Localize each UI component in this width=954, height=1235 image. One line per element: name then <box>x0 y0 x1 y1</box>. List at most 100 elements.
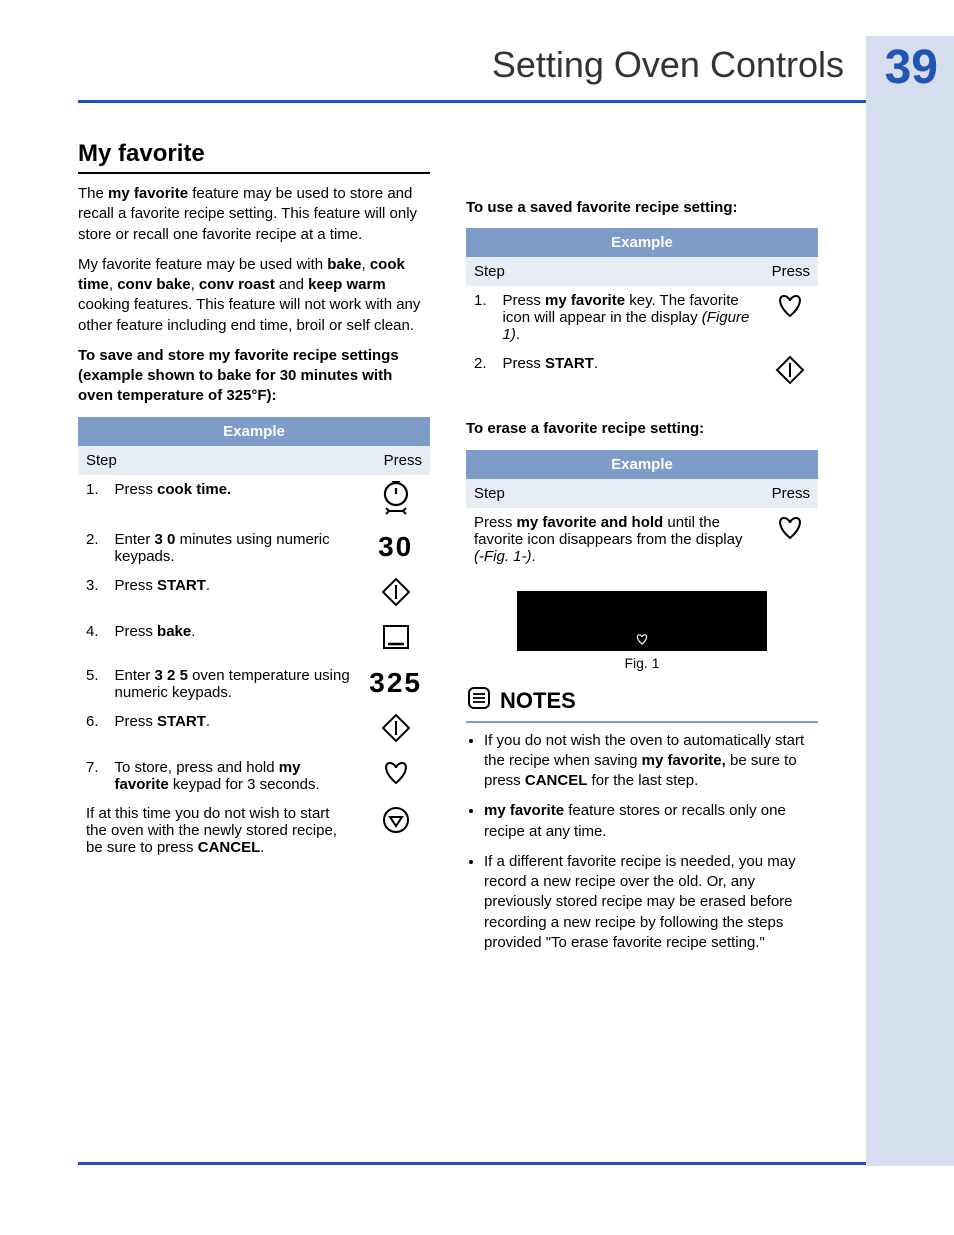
heart-icon <box>775 514 805 544</box>
text: , <box>109 276 117 293</box>
heart-icon <box>635 633 649 645</box>
notes-label: NOTES <box>500 688 576 714</box>
table-row: 1. Press my favorite key. The favorite i… <box>466 286 818 349</box>
start-icon <box>381 577 411 611</box>
text: keypad for 3 seconds. <box>169 776 320 793</box>
intro-paragraph-1: The my favorite feature may be used to s… <box>78 184 430 245</box>
text: Press <box>115 577 158 594</box>
table-row: 4. Press bake. <box>78 617 430 661</box>
step-text: Press START. <box>495 349 762 395</box>
erase-table: Example StepPress Press my favorite and … <box>466 450 818 571</box>
text-bold: START <box>157 713 206 730</box>
cook-time-icon <box>381 481 411 519</box>
text-bold: my favorite <box>108 185 188 202</box>
col-step: Step <box>466 257 762 286</box>
step-text: To store, press and hold my favorite key… <box>107 753 362 799</box>
step-text: Enter 3 0 minutes using numeric keypads. <box>107 525 362 571</box>
text-bold: my favorite <box>484 802 564 819</box>
heart-icon <box>381 759 411 789</box>
bake-icon <box>381 623 411 655</box>
manual-page: 39 Setting Oven Controls My favorite The… <box>0 0 954 1235</box>
notes-heading: NOTES <box>466 685 818 723</box>
start-icon <box>381 713 411 747</box>
text-bold: my favorite and hold <box>517 514 664 531</box>
list-item: my favorite feature stores or recalls on… <box>484 801 818 842</box>
intro-paragraph-2: My favorite feature may be used with bak… <box>78 255 430 336</box>
step-num: 3. <box>78 571 107 617</box>
text: , <box>191 276 199 293</box>
content: My favorite The my favorite feature may … <box>78 140 818 963</box>
col-press: Press <box>762 479 818 508</box>
display-figure <box>517 591 767 651</box>
text-bold: 3 2 5 <box>155 667 188 684</box>
step-text: Press bake. <box>107 617 362 661</box>
text-bold: conv roast <box>199 276 275 293</box>
step-num: 2. <box>78 525 107 571</box>
step-text: Press cook time. <box>107 475 362 525</box>
step-num: 7. <box>78 753 107 799</box>
step-icon <box>361 799 430 862</box>
save-table: Example StepPress 1. Press cook time. 2.… <box>78 417 430 862</box>
left-column: My favorite The my favorite feature may … <box>78 140 430 963</box>
table-header-bar: Example <box>466 228 818 257</box>
table-row: 7. To store, press and hold my favorite … <box>78 753 430 799</box>
text: . <box>532 548 536 565</box>
step-icon <box>361 475 430 525</box>
text-bold: my favorite, <box>642 752 726 769</box>
number-325-icon: 325 <box>369 667 422 698</box>
text: . <box>206 713 210 730</box>
text: . <box>206 577 210 594</box>
text: Press <box>115 623 158 640</box>
table-header-bar: Example <box>78 417 430 446</box>
step-num: 4. <box>78 617 107 661</box>
step-num: 1. <box>466 286 495 349</box>
page-title: Setting Oven Controls <box>492 44 844 86</box>
page-number: 39 <box>885 40 938 95</box>
text: My favorite feature may be used with <box>78 256 327 273</box>
text: If a different favorite recipe is needed… <box>484 853 796 951</box>
text: Press <box>503 292 546 309</box>
text: Enter <box>115 531 155 548</box>
text-bold: cook time. <box>157 481 231 498</box>
step-text: Press START. <box>107 707 362 753</box>
text-bold: conv bake <box>117 276 190 293</box>
save-instructions-heading: To save and store my favorite recipe set… <box>78 346 430 407</box>
text: Press <box>474 514 517 531</box>
col-press: Press <box>361 446 430 475</box>
text-bold: bake <box>327 256 361 273</box>
start-icon <box>775 355 805 389</box>
table-row: 2. Press START. <box>466 349 818 395</box>
text: for the last step. <box>587 772 698 789</box>
side-tab <box>866 36 954 1166</box>
step-icon: 325 <box>361 661 430 707</box>
text: The <box>78 185 108 202</box>
header-rule <box>78 100 866 103</box>
cancel-icon <box>381 805 411 839</box>
text: . <box>594 355 598 372</box>
table-row: 5. Enter 3 2 5 oven temperature using nu… <box>78 661 430 707</box>
text: Enter <box>115 667 155 684</box>
list-item: If a different favorite recipe is needed… <box>484 852 818 953</box>
step-icon <box>762 286 818 349</box>
step-num: 2. <box>466 349 495 395</box>
text: Press <box>503 355 546 372</box>
step-num: 5. <box>78 661 107 707</box>
use-table: Example Step Press 1. Press my favorite k… <box>466 228 818 395</box>
step-icon <box>361 571 430 617</box>
col-step: Step <box>466 479 762 508</box>
step-icon: 3030 <box>361 525 430 571</box>
text-bold: START <box>157 577 206 594</box>
text: , <box>361 256 369 273</box>
text: . <box>516 326 520 343</box>
save-footer-text: If at this time you do not wish to start… <box>78 799 361 862</box>
text-bold: keep warm <box>308 276 386 293</box>
step-icon <box>361 707 430 753</box>
section-heading: My favorite <box>78 140 430 174</box>
table-row: If at this time you do not wish to start… <box>78 799 430 862</box>
text: . <box>191 623 195 640</box>
heart-icon <box>775 292 805 322</box>
step-text: Press my favorite and hold until the fav… <box>466 508 762 571</box>
text-bold: CANCEL <box>198 839 261 856</box>
notes-icon <box>466 685 492 717</box>
right-column: To use a saved favorite recipe setting: … <box>466 140 818 963</box>
